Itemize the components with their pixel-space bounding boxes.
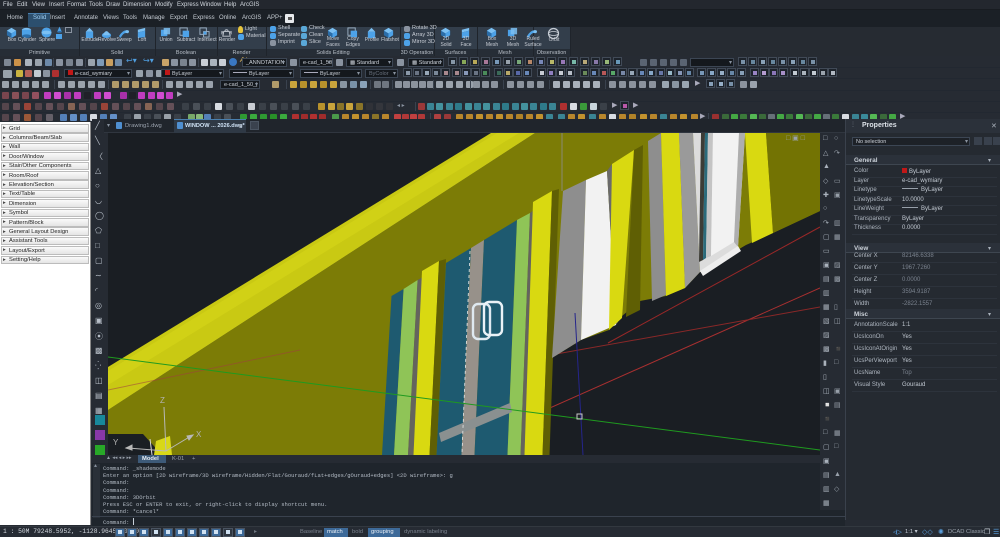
svg-text:Y: Y bbox=[113, 438, 119, 447]
svg-text:Z: Z bbox=[160, 396, 165, 405]
svg-text:□ ▣ □: □ ▣ □ bbox=[786, 135, 806, 142]
svg-text:X: X bbox=[196, 430, 202, 439]
